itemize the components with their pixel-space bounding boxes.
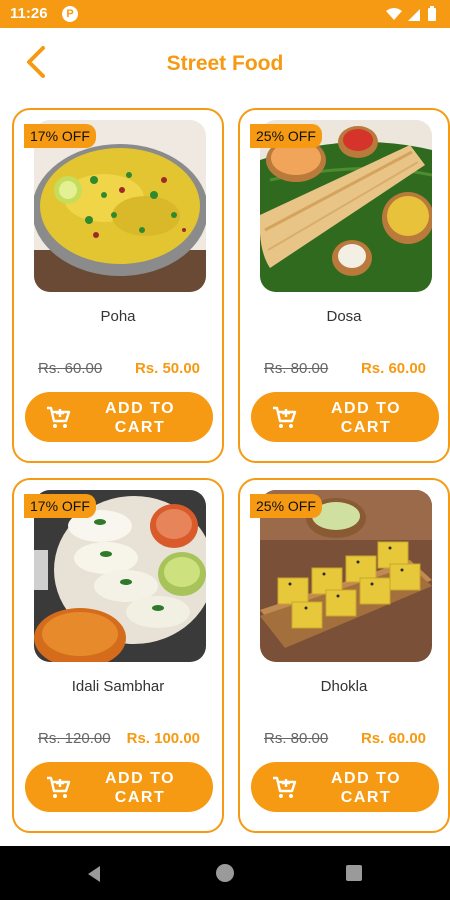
product-card-dhokla[interactable]: 25% OFF Dhokla Rs. 80.00 Rs. 60.00 ADD T…: [238, 478, 450, 833]
product-name: Idali Sambhar: [71, 678, 165, 695]
product-name: Poha: [100, 308, 136, 325]
add-to-cart-icon: [273, 776, 297, 798]
status-indicators: [386, 6, 436, 21]
discounted-price: Rs. 60.00: [360, 360, 426, 377]
wifi-icon: [386, 8, 402, 20]
nav-recents-icon[interactable]: [346, 865, 362, 881]
discounted-price: Rs. 100.00: [126, 730, 200, 747]
discount-badge: 25% OFF: [250, 494, 322, 518]
discounted-price: Rs. 60.00: [360, 730, 426, 747]
app-bar: Street Food: [0, 28, 450, 100]
add-to-cart-label: ADD TO CART: [330, 770, 402, 806]
battery-icon: [428, 8, 436, 21]
app-notification-icon: P: [62, 6, 78, 22]
product-card-dosa[interactable]: 25% OFF Dosa Rs. 80.00 Rs. 60.00 ADD TO …: [238, 108, 450, 463]
nav-back-icon[interactable]: [86, 865, 102, 883]
nav-home-icon[interactable]: [216, 864, 234, 882]
add-to-cart-label: ADD TO CART: [330, 400, 402, 436]
discount-badge: 17% OFF: [24, 124, 96, 148]
add-to-cart-icon: [273, 406, 297, 428]
page-title: Street Food: [166, 52, 284, 75]
product-card-poha[interactable]: 17% OFF Poha Rs. 60.00 Rs. 50.00 ADD TO …: [12, 108, 224, 463]
add-to-cart-button[interactable]: ADD TO CART: [251, 392, 439, 442]
status-time: 11:26: [10, 5, 48, 22]
original-price: Rs. 80.00: [264, 360, 329, 377]
discount-badge: 17% OFF: [24, 494, 96, 518]
signal-icon: [408, 9, 420, 21]
original-price: Rs. 60.00: [38, 360, 103, 377]
product-name: Dosa: [326, 308, 362, 325]
original-price: Rs. 80.00: [264, 730, 329, 747]
add-to-cart-button[interactable]: ADD TO CART: [251, 762, 439, 812]
add-to-cart-button[interactable]: ADD TO CART: [25, 392, 213, 442]
original-price: Rs. 120.00: [38, 730, 111, 747]
discount-badge: 25% OFF: [250, 124, 322, 148]
add-to-cart-icon: [47, 776, 71, 798]
discounted-price: Rs. 50.00: [134, 360, 200, 377]
add-to-cart-label: ADD TO CART: [104, 770, 176, 806]
add-to-cart-button[interactable]: ADD TO CART: [25, 762, 213, 812]
system-navigation-bar: [0, 846, 450, 900]
product-card-idali-sambhar[interactable]: 17% OFF Idali Sambhar Rs. 120.00 Rs. 100…: [12, 478, 224, 833]
add-to-cart-icon: [47, 406, 71, 428]
status-bar: 11:26 P: [0, 0, 450, 28]
product-name: Dhokla: [320, 678, 368, 695]
add-to-cart-label: ADD TO CART: [104, 400, 176, 436]
